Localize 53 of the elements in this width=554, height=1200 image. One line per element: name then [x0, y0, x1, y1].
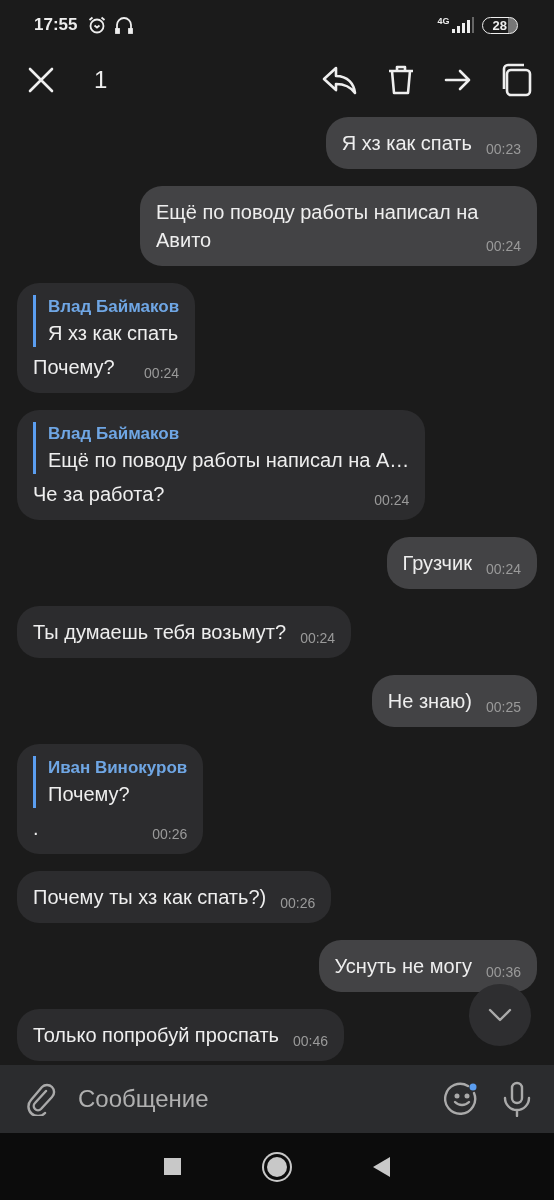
message-text: Я хз как спать — [341, 132, 472, 154]
paperclip-icon[interactable] — [26, 1082, 56, 1116]
selected-count: 1 — [94, 66, 108, 94]
message-bubble[interactable]: Только попробуй проспать 00:46 — [17, 1009, 345, 1061]
message-bubble[interactable]: Влад Баймаков Я хз как спать Почему? 00:24 — [17, 283, 196, 393]
message-bubble[interactable]: Влад Баймаков Ещё по поводу работы написал на А… Че за работа? 00:24 — [17, 410, 426, 520]
message-bubble[interactable]: Иван Винокуров Почему? . 00:26 — [17, 744, 204, 854]
message-bubble[interactable]: Не знаю) 00:25 — [371, 675, 537, 727]
reply-text: Я хз как спать — [48, 321, 180, 346]
message-bubble[interactable]: Я хз как спать 00:23 — [325, 117, 537, 169]
message-input[interactable]: Сообщение — [78, 1085, 422, 1113]
message-text: Ты думаешь тебя возьмут? — [33, 621, 287, 643]
message-bubble[interactable]: Ещё по поводу работы написал на Авито 00:24 — [140, 186, 537, 266]
message-time: 00:24 — [485, 560, 521, 579]
message-bubble[interactable]: Уснуть не могу 00:36 — [318, 940, 537, 992]
message-text: Почему? — [33, 356, 115, 378]
microphone-icon[interactable] — [502, 1081, 532, 1117]
message-bubble[interactable]: Грузчик 00:24 — [386, 537, 537, 589]
message-time: 00:24 — [300, 629, 336, 648]
chevron-down-icon — [488, 1008, 512, 1022]
reply-author: Иван Винокуров — [48, 757, 188, 779]
battery-level: 28 — [481, 16, 518, 34]
message-time: 00:36 — [485, 963, 521, 982]
message-time: 00:23 — [485, 140, 521, 159]
message-text: Только попробуй проспать — [33, 1024, 280, 1046]
message-text: Грузчик — [402, 552, 472, 574]
message-text: Не знаю) — [387, 690, 472, 712]
message-time: 00:25 — [485, 698, 521, 717]
message-text: Почему ты хз как спать?) — [33, 886, 267, 908]
message-text: Уснуть не могу — [334, 955, 472, 977]
message-time: 00:24 — [374, 491, 410, 510]
signal-icon — [451, 17, 474, 33]
message-text: Че за работа? — [33, 483, 165, 505]
message-time: 00:24 — [485, 237, 521, 256]
message-time: 00:26 — [152, 825, 188, 844]
status-time: 17:55 — [34, 15, 78, 35]
message-text: Ещё по поводу работы написал на Авито — [156, 201, 479, 251]
recents-button[interactable] — [163, 1158, 181, 1175]
reply-text: Почему? — [48, 782, 131, 807]
message-time: 00:24 — [144, 364, 180, 383]
message-bubble[interactable]: Ты думаешь тебя возьмут? 00:24 — [17, 606, 352, 658]
message-text: . — [33, 817, 39, 839]
reply-author: Влад Баймаков — [48, 423, 181, 445]
reply-text: Ещё по поводу работы написал на А… — [48, 448, 410, 473]
headphones-icon — [115, 15, 134, 35]
alarm-clock-icon — [87, 15, 108, 35]
back-button[interactable] — [372, 1156, 391, 1177]
message-composer[interactable]: Сообщение — [0, 1065, 554, 1133]
network-type: 4G — [437, 16, 450, 26]
reply-author: Влад Баймаков — [48, 296, 180, 318]
message-time: 00:46 — [293, 1032, 329, 1051]
message-time: 00:26 — [280, 894, 316, 913]
message-bubble[interactable]: Почему ты хз как спать?) 00:26 — [17, 871, 332, 923]
